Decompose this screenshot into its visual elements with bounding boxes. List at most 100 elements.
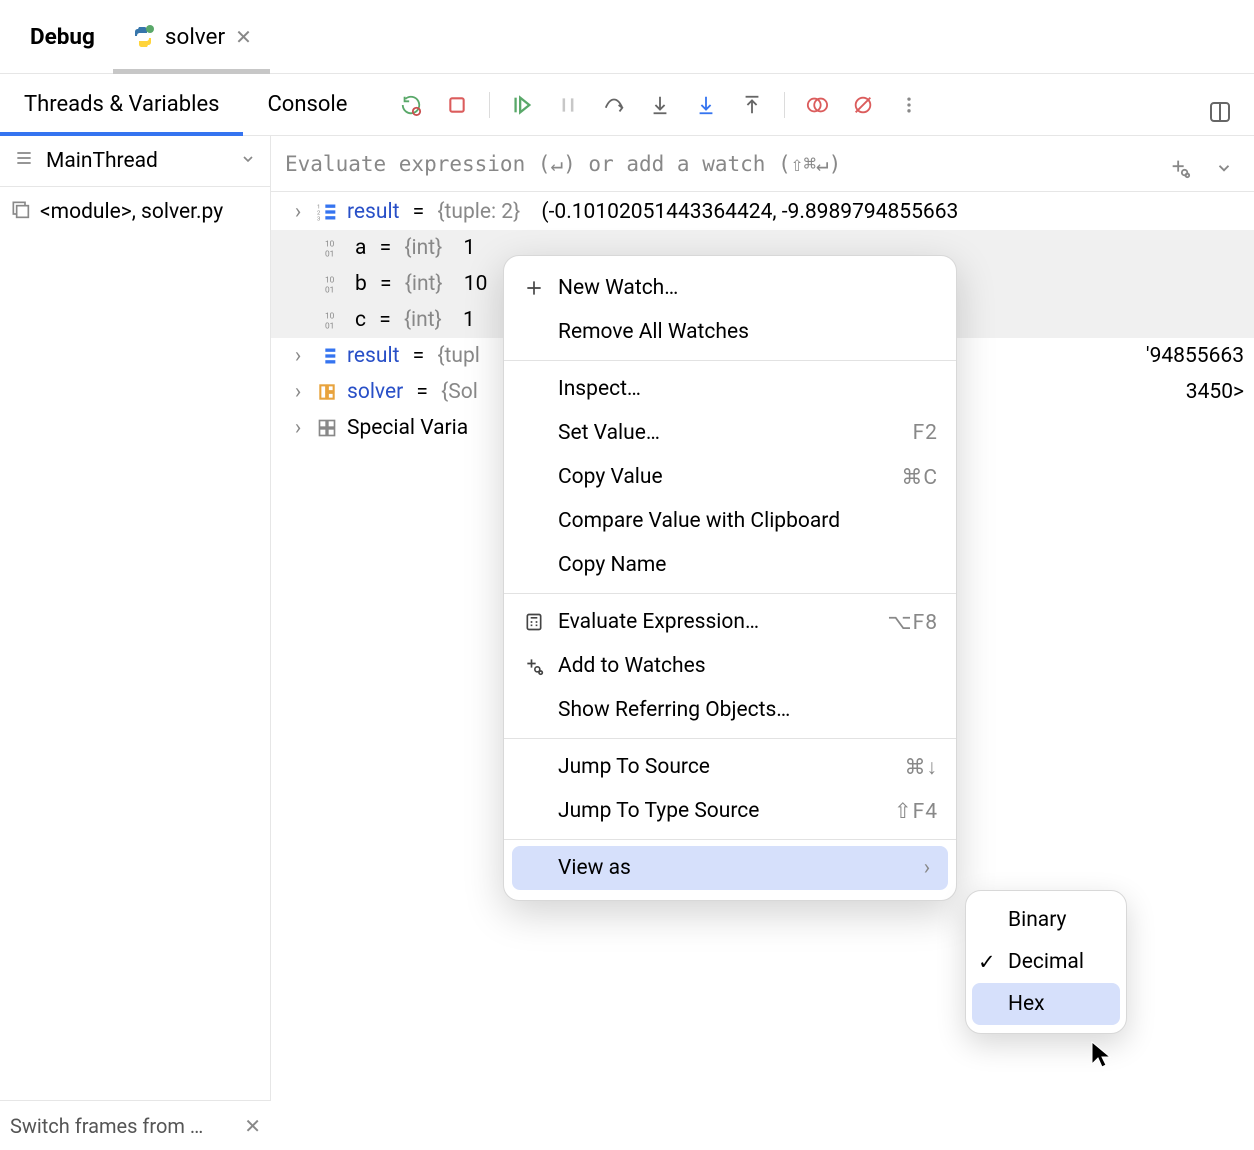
expand-history-icon[interactable] [1204,148,1244,188]
chevron-right-icon: › [924,856,930,880]
menu-show-referring[interactable]: Show Referring Objects… [504,688,956,732]
int-icon: 1001 [323,272,347,296]
menu-shortcut: ⌥F8 [887,610,938,635]
submenu-decimal[interactable]: ✓ Decimal [966,941,1126,983]
rerun-icon[interactable] [391,85,431,125]
close-icon[interactable]: ✕ [244,1114,261,1138]
var-type: {int} [404,236,442,260]
status-bar: Switch frames from … ✕ [0,1100,271,1150]
menu-label: Show Referring Objects… [558,698,938,722]
close-icon[interactable]: ✕ [235,25,252,49]
var-value: (-0.10102051443364424, -9.8989794855663 [541,200,958,224]
svg-text:10: 10 [325,275,335,285]
menu-label: Evaluate Expression… [558,610,875,634]
add-watch-icon [522,656,546,676]
step-into-icon[interactable] [640,85,680,125]
frame-item[interactable]: <module>, solver.py [0,187,270,237]
svg-text:10: 10 [325,311,335,321]
var-value: 10 [464,272,488,296]
frame-label: <module>, solver.py [40,200,223,224]
svg-text:10: 10 [325,239,335,249]
menu-copy-name[interactable]: Copy Name [504,543,956,587]
menu-label: Compare Value with Clipboard [558,509,938,533]
menu-label: Copy Name [558,553,938,577]
tab-file-solver[interactable]: solver ✕ [113,0,270,73]
tuple-icon [315,344,339,368]
menu-jump-to-type-source[interactable]: Jump To Type Source ⇧F4 [504,789,956,833]
svg-text:3: 3 [317,216,320,222]
int-icon: 1001 [323,308,347,332]
var-value: 1 [463,236,475,260]
menu-label: View as [558,856,912,880]
submenu-label: Hex [1008,992,1045,1016]
var-value: 1 [463,308,475,332]
chevron-right-icon[interactable]: › [289,416,307,440]
tab-threads-variables[interactable]: Threads & Variables [0,74,243,135]
tab-file-label: solver [165,24,225,50]
menu-view-as[interactable]: View as › [512,846,948,890]
step-out-icon[interactable] [732,85,772,125]
chevron-right-icon[interactable]: › [289,200,307,224]
view-breakpoints-icon[interactable] [797,85,837,125]
var-type: {tuple: 2} [437,200,520,224]
var-name: result [347,200,399,224]
menu-remove-all-watches[interactable]: Remove All Watches [504,310,956,354]
menu-label: Add to Watches [558,654,938,678]
python-file-icon [131,25,155,49]
context-menu: New Watch… Remove All Watches Inspect… S… [503,255,957,901]
menu-evaluate-expression[interactable]: Evaluate Expression… ⌥F8 [504,600,956,644]
check-icon: ✓ [978,950,998,975]
menu-label: Inspect… [558,377,938,401]
submenu-label: Decimal [1008,950,1084,974]
menu-label: Copy Value [558,465,889,489]
evaluate-expression-input[interactable]: Evaluate expression (↵) or add a watch (… [271,136,1254,192]
menu-set-value[interactable]: Set Value… F2 [504,411,956,455]
frames-panel: MainThread <module>, solver.py [0,136,271,1100]
menu-copy-value[interactable]: Copy Value ⌘C [504,455,956,499]
object-icon [315,380,339,404]
tab-console[interactable]: Console [243,74,371,135]
menu-label: Jump To Type Source [558,799,882,823]
debug-toolbar: Threads & Variables Console [0,74,1254,136]
variable-row-result[interactable]: › 123 result = {tuple: 2} (-0.1010205144… [271,194,1254,230]
resume-icon[interactable] [502,85,542,125]
var-name: a [355,236,366,260]
menu-shortcut: ⌘C [901,465,938,490]
menu-add-to-watches[interactable]: Add to Watches [504,644,956,688]
chevron-right-icon[interactable]: › [289,380,307,404]
add-watch-icon[interactable] [1160,148,1200,188]
tool-window-tabs: Debug solver ✕ [0,0,1254,74]
submenu-hex[interactable]: Hex [972,983,1120,1025]
svg-text:01: 01 [325,249,334,258]
int-icon: 1001 [323,236,347,260]
menu-jump-to-source[interactable]: Jump To Source ⌘↓ [504,745,956,789]
calculator-icon [522,612,546,632]
step-over-icon[interactable] [594,85,634,125]
submenu-binary[interactable]: Binary [966,899,1126,941]
plus-icon [522,278,546,298]
layout-settings-icon[interactable] [1200,92,1240,132]
var-value-tail: 3450> [1186,380,1244,404]
var-type: {Sol [441,380,478,404]
more-icon[interactable] [889,85,929,125]
eval-placeholder: Evaluate expression (↵) or add a watch (… [285,152,841,176]
toolbar-icons [391,74,929,135]
tab-debug[interactable]: Debug [12,0,113,73]
step-into-my-code-icon[interactable] [686,85,726,125]
pause-icon[interactable] [548,85,588,125]
tab-debug-label: Debug [30,24,95,50]
menu-inspect[interactable]: Inspect… [504,367,956,411]
mute-breakpoints-icon[interactable] [843,85,883,125]
menu-new-watch[interactable]: New Watch… [504,266,956,310]
menu-label: Set Value… [558,421,901,445]
var-name: b [355,272,367,296]
frame-icon [10,199,30,225]
var-type: {int} [405,272,443,296]
thread-selector[interactable]: MainThread [0,136,270,187]
group-icon [315,416,339,440]
status-text: Switch frames from … [10,1114,203,1138]
stop-icon[interactable] [437,85,477,125]
chevron-right-icon[interactable]: › [289,344,307,368]
menu-compare-clipboard[interactable]: Compare Value with Clipboard [504,499,956,543]
menu-shortcut: ⌘↓ [905,755,939,780]
